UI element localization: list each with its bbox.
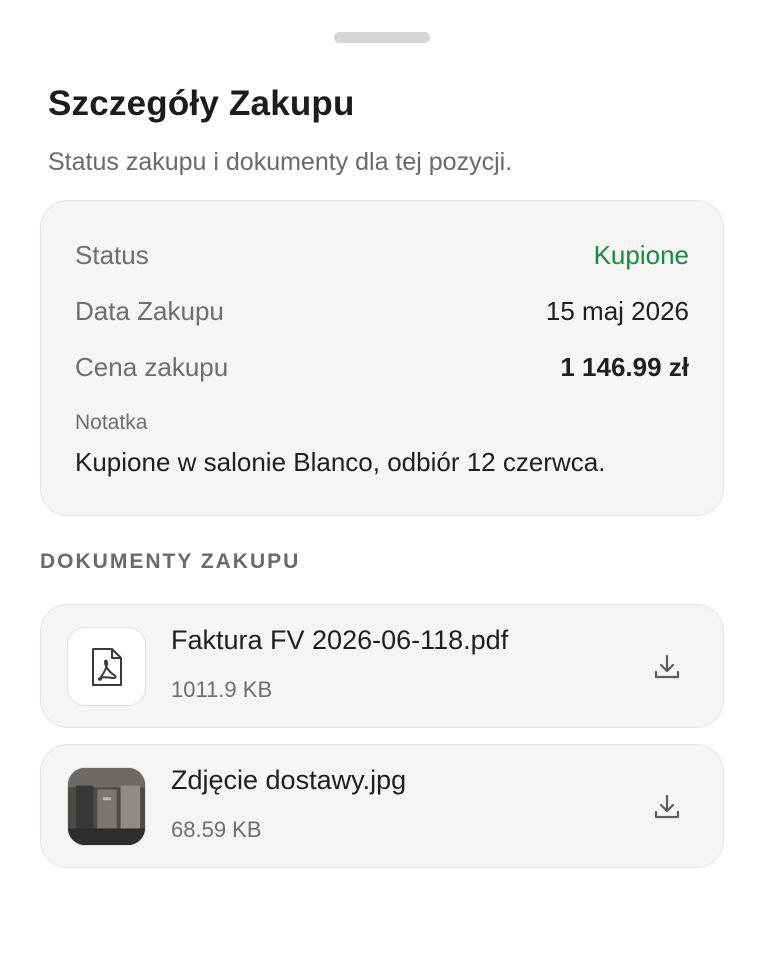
date-value: 15 maj 2026 bbox=[545, 295, 689, 326]
page-subtitle: Status zakupu i dokumenty dla tej pozycj… bbox=[48, 148, 513, 176]
document-size: 68.59 KB bbox=[171, 817, 262, 842]
download-icon[interactable] bbox=[649, 649, 685, 685]
download-icon[interactable] bbox=[649, 789, 685, 825]
price-row: Cena zakupu 1 146.99 zł bbox=[75, 349, 689, 385]
documents-section-title: DOKUMENTY ZAKUPU bbox=[40, 550, 301, 573]
purchase-details-sheet: Szczegóły Zakupu Status zakupu i dokumen… bbox=[0, 0, 764, 956]
status-value: Kupione bbox=[593, 239, 689, 270]
status-label: Status bbox=[75, 239, 149, 270]
document-name: Faktura FV 2026-06-118.pdf bbox=[171, 625, 509, 655]
note-label: Notatka bbox=[75, 411, 148, 434]
sheet-grabber[interactable] bbox=[334, 32, 430, 43]
page-title: Szczegóły Zakupu bbox=[48, 84, 355, 123]
pdf-file-icon bbox=[67, 627, 146, 706]
document-item-photo[interactable]: Zdjęcie dostawy.jpg 68.59 KB bbox=[40, 744, 724, 868]
status-row: Status Kupione bbox=[75, 237, 689, 273]
price-label: Cena zakupu bbox=[75, 351, 229, 382]
purchase-details-card: Status Kupione Data Zakupu 15 maj 2026 C… bbox=[40, 200, 724, 516]
price-value: 1 146.99 zł bbox=[560, 351, 689, 382]
document-name: Zdjęcie dostawy.jpg bbox=[171, 765, 407, 795]
date-label: Data Zakupu bbox=[75, 295, 224, 326]
date-row: Data Zakupu 15 maj 2026 bbox=[75, 293, 689, 329]
document-size: 1011.9 KB bbox=[171, 677, 273, 702]
photo-thumbnail bbox=[67, 767, 146, 846]
document-item-invoice[interactable]: Faktura FV 2026-06-118.pdf 1011.9 KB bbox=[40, 604, 724, 728]
note-text: Kupione w salonie Blanco, odbiór 12 czer… bbox=[75, 447, 606, 477]
